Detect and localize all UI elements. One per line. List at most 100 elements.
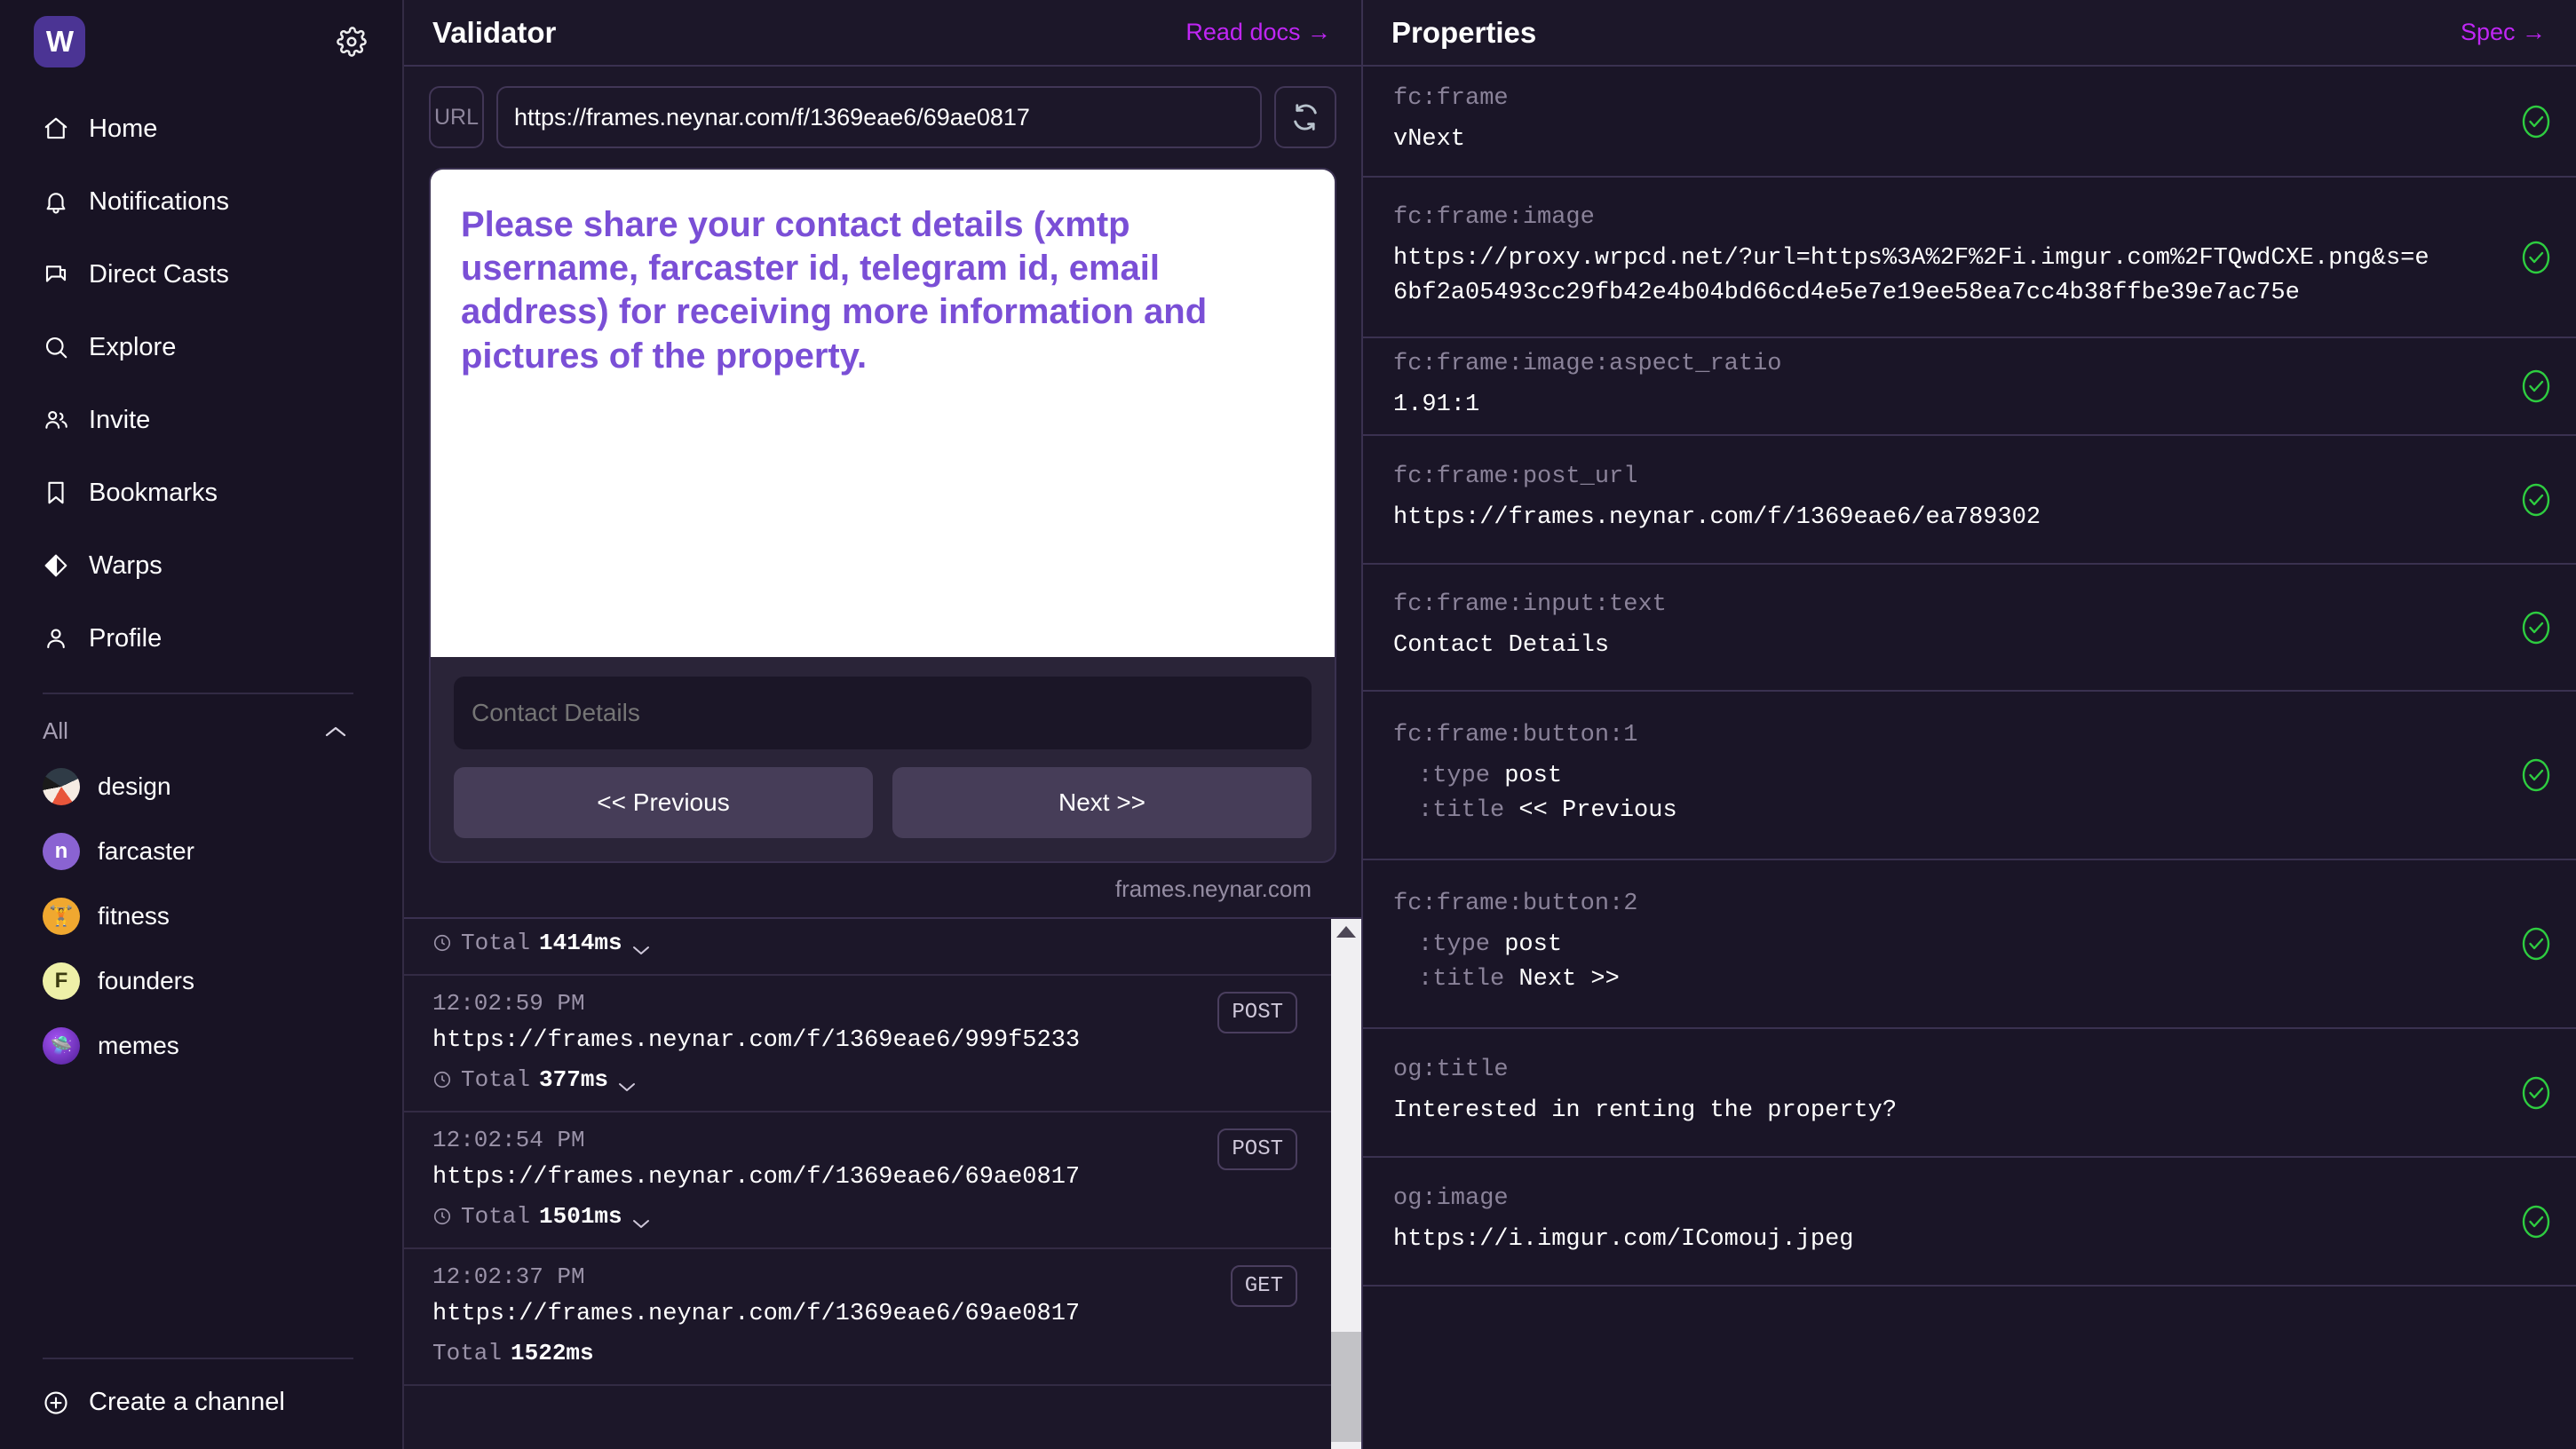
log-row[interactable]: 12:02:54 PM https://frames.neynar.com/f/… <box>404 1112 1331 1249</box>
log-total[interactable]: Total 1414ms <box>432 930 1296 956</box>
sidebar-item-label: Direct Casts <box>89 259 229 289</box>
warpcast-logo[interactable]: W <box>34 16 85 67</box>
log-total[interactable]: Total 1501ms <box>432 1203 1296 1230</box>
users-icon <box>43 407 69 433</box>
avatar: 🏋 <box>43 897 80 935</box>
frame-button-previous[interactable]: << Previous <box>454 767 873 838</box>
frame-button-next[interactable]: Next >> <box>892 767 1312 838</box>
property-value: https://frames.neynar.com/f/1369eae6/ea7… <box>1393 504 2041 532</box>
channel-list: design n farcaster 🏋 fitness F founders … <box>0 754 402 1078</box>
log-scrollbar[interactable] <box>1331 919 1361 1449</box>
log-total-label: Total <box>461 1066 531 1093</box>
log-method-badge: POST <box>1217 1128 1297 1170</box>
channels-section-header[interactable]: All <box>0 694 402 754</box>
sidebar-item-explore[interactable]: Explore <box>0 311 402 384</box>
channel-item-memes[interactable]: 🛸 memes <box>0 1013 402 1078</box>
log-row[interactable]: 12:02:59 PM https://frames.neynar.com/f/… <box>404 976 1331 1112</box>
property-row: fc:frame:button:1 :type post :title << P… <box>1363 692 2576 860</box>
request-log: https://frames.neynar.com/f/1369eae6/ea7… <box>404 917 1361 1449</box>
log-row[interactable]: 12:02:37 PM https://frames.neynar.com/f/… <box>404 1249 1331 1386</box>
property-sub-name: :type <box>1418 930 1491 958</box>
frame-image-text: Please share your contact details (xmtp … <box>461 205 1208 376</box>
channel-item-founders[interactable]: F founders <box>0 948 402 1013</box>
sidebar-footer: Create a channel <box>0 1358 402 1449</box>
property-value: https://proxy.wrpcd.net/?url=https%3A%2F… <box>1393 244 2429 306</box>
gear-icon[interactable] <box>337 27 367 57</box>
property-subline: :type post <box>1393 759 2523 794</box>
frame-text-input[interactable] <box>454 677 1312 749</box>
chevron-down-icon[interactable] <box>631 937 651 954</box>
status-valid-icon <box>2519 1202 2553 1241</box>
sidebar-item-label: Warps <box>89 550 162 580</box>
channel-item-farcaster[interactable]: n farcaster <box>0 819 402 883</box>
create-channel-button[interactable]: Create a channel <box>0 1359 402 1449</box>
sidebar-item-direct-casts[interactable]: Direct Casts <box>0 238 402 311</box>
chevron-down-icon[interactable] <box>617 1073 637 1091</box>
sidebar-item-notifications[interactable]: Notifications <box>0 165 402 238</box>
log-total-value: 1414ms <box>539 930 622 956</box>
log-total[interactable]: Total 1522ms <box>432 1340 1296 1366</box>
property-key: og:image <box>1393 1185 1509 1213</box>
avatar: n <box>43 832 80 870</box>
property-value: vNext <box>1393 126 1466 154</box>
request-log-list: https://frames.neynar.com/f/1369eae6/ea7… <box>404 919 1331 1449</box>
sidebar: W Home Notifications Direct Casts Explor… <box>0 0 404 1449</box>
sidebar-item-label: Profile <box>89 623 162 653</box>
avatar <box>43 767 80 805</box>
property-subline: :title << Previous <box>1393 794 2523 828</box>
chevron-down-icon[interactable] <box>631 1210 651 1228</box>
channel-label: farcaster <box>98 836 194 865</box>
chevron-up-icon[interactable] <box>324 724 347 739</box>
sidebar-item-label: Invite <box>89 405 151 434</box>
frame-body: << Previous Next >> <box>431 657 1335 861</box>
channels-all-label: All <box>43 717 68 744</box>
app-root: W Home Notifications Direct Casts Explor… <box>0 0 2576 1449</box>
sidebar-item-label: Notifications <box>89 186 229 216</box>
sidebar-item-invite[interactable]: Invite <box>0 384 402 456</box>
property-row: fc:frame:post_url https://frames.neynar.… <box>1363 436 2576 565</box>
validator-header: Validator Read docs → <box>404 0 1361 67</box>
frame-card: Please share your contact details (xmtp … <box>429 168 1336 863</box>
spec-link[interactable]: Spec → <box>2461 19 2546 46</box>
status-valid-icon <box>2519 756 2553 795</box>
status-valid-icon <box>2519 480 2553 519</box>
sidebar-item-warps[interactable]: Warps <box>0 529 402 602</box>
status-valid-icon <box>2519 238 2553 277</box>
property-sub-value: Next >> <box>1518 966 1620 993</box>
channel-label: design <box>98 772 171 800</box>
log-url: https://frames.neynar.com/f/1369eae6/69a… <box>432 1164 1081 1191</box>
channel-item-fitness[interactable]: 🏋 fitness <box>0 883 402 948</box>
bookmark-icon <box>43 479 69 506</box>
page-title: Validator <box>432 15 557 49</box>
log-timestamp: 12:02:37 PM <box>432 1263 585 1290</box>
diamond-icon <box>43 552 69 579</box>
avatar: 🛸 <box>43 1026 80 1065</box>
sidebar-item-bookmarks[interactable]: Bookmarks <box>0 456 402 529</box>
refresh-button[interactable] <box>1274 86 1336 148</box>
log-row[interactable]: https://frames.neynar.com/f/1369eae6/ea7… <box>404 919 1331 976</box>
log-url: https://frames.neynar.com/f/1369eae6/999… <box>432 1027 1081 1054</box>
url-input[interactable] <box>496 86 1262 148</box>
create-channel-label: Create a channel <box>89 1388 285 1416</box>
sidebar-item-label: Bookmarks <box>89 478 218 507</box>
properties-header: Properties Spec → <box>1363 0 2576 67</box>
clock-icon <box>432 1207 452 1226</box>
bell-icon <box>43 188 69 215</box>
sidebar-item-label: Explore <box>89 332 177 361</box>
channel-label: memes <box>98 1031 179 1059</box>
scroll-up-arrow-icon[interactable] <box>1336 926 1356 938</box>
property-sub-name: :type <box>1418 762 1491 789</box>
scrollbar-thumb[interactable] <box>1331 1332 1361 1442</box>
url-label: URL <box>429 86 484 148</box>
read-docs-link[interactable]: Read docs → <box>1185 19 1331 46</box>
log-total[interactable]: Total 377ms <box>432 1066 1296 1093</box>
clock-icon <box>432 1070 452 1089</box>
sidebar-item-home[interactable]: Home <box>0 92 402 165</box>
status-valid-icon <box>2519 1073 2553 1112</box>
property-sub-value: post <box>1504 930 1563 958</box>
channel-item-design[interactable]: design <box>0 754 402 819</box>
avatar: F <box>43 962 80 1000</box>
sidebar-item-profile[interactable]: Profile <box>0 602 402 675</box>
properties-spacer <box>1363 1287 2576 1449</box>
property-sub-value: << Previous <box>1518 797 1677 824</box>
